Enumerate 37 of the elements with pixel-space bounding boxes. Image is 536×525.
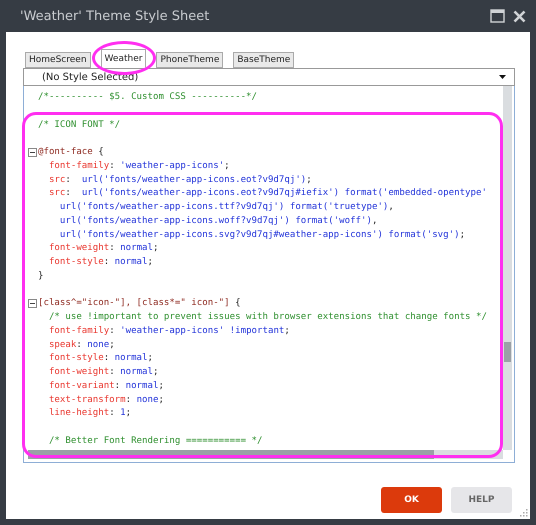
- code-line: }: [38, 270, 44, 281]
- code-line: url('fonts/weather-app-icons.ttf?v9d7qj') format('truetype'),: [58, 202, 394, 212]
- code-line: font-style: normal;: [48, 353, 153, 364]
- tab[interactable]: HomeScreen: [25, 52, 91, 68]
- code-line: font-family: 'weather-app-icons' !important;: [48, 326, 290, 336]
- code-line: font-variant: normal;: [48, 380, 164, 391]
- code-line: src: url('fonts/weather-app-icons.eot?v9d7qj#iefix') format('embedded-opentype': [48, 188, 487, 198]
- code-line: font-style: normal;: [48, 257, 153, 267]
- maximize-icon[interactable]: [490, 9, 505, 23]
- ok-button[interactable]: OK: [381, 487, 442, 513]
- code-line: font-weight: normal;: [48, 367, 158, 377]
- collapse-icon[interactable]: [28, 148, 37, 157]
- style-dropdown[interactable]: (No Style Selected): [23, 68, 515, 86]
- code-line: /*---------- $5. Custom CSS ----------*/: [38, 92, 257, 102]
- code-line: @font-face {: [38, 147, 104, 157]
- code-line: [class^="icon-"], [class*=" icon-"] {: [38, 298, 241, 308]
- tab[interactable]: BaseTheme: [233, 52, 294, 68]
- code-line: font-weight: normal;: [48, 243, 158, 254]
- code-line: /* use !important to prevent issues with browser extensions that change fonts */: [48, 312, 487, 322]
- code-line: src: url('fonts/weather-app-icons.eot?v9d7qj');: [48, 174, 312, 184]
- close-icon[interactable]: [513, 10, 526, 22]
- resize-grip-icon[interactable]: [520, 509, 528, 517]
- window-title: 'Weather' Theme Style Sheet: [20, 8, 210, 24]
- tab[interactable]: PhoneTheme: [156, 52, 224, 68]
- code-line: text-transform: none;: [48, 394, 164, 404]
- code-line: font-family: 'weather-app-icons';: [48, 160, 230, 171]
- code-line: url('fonts/weather-app-icons.woff?v9d7qj') format('woff'),: [58, 216, 378, 226]
- collapse-icon[interactable]: [28, 299, 37, 308]
- code-line: url('fonts/weather-app-icons.svg?v9d7qj#weather-app-icons') format('svg');: [58, 230, 466, 240]
- caret-icon: [499, 75, 506, 79]
- vertical-scrollbar[interactable]: [503, 86, 512, 450]
- code-line: line-height: 1;: [48, 408, 132, 418]
- code-line: speak: none;: [48, 340, 115, 350]
- help-button[interactable]: HELP: [451, 487, 512, 513]
- tab[interactable]: Weather: [100, 49, 146, 68]
- code-line: /* Better Font Rendering =========== */: [48, 436, 262, 446]
- code-line: /* ICON FONT */: [38, 120, 120, 130]
